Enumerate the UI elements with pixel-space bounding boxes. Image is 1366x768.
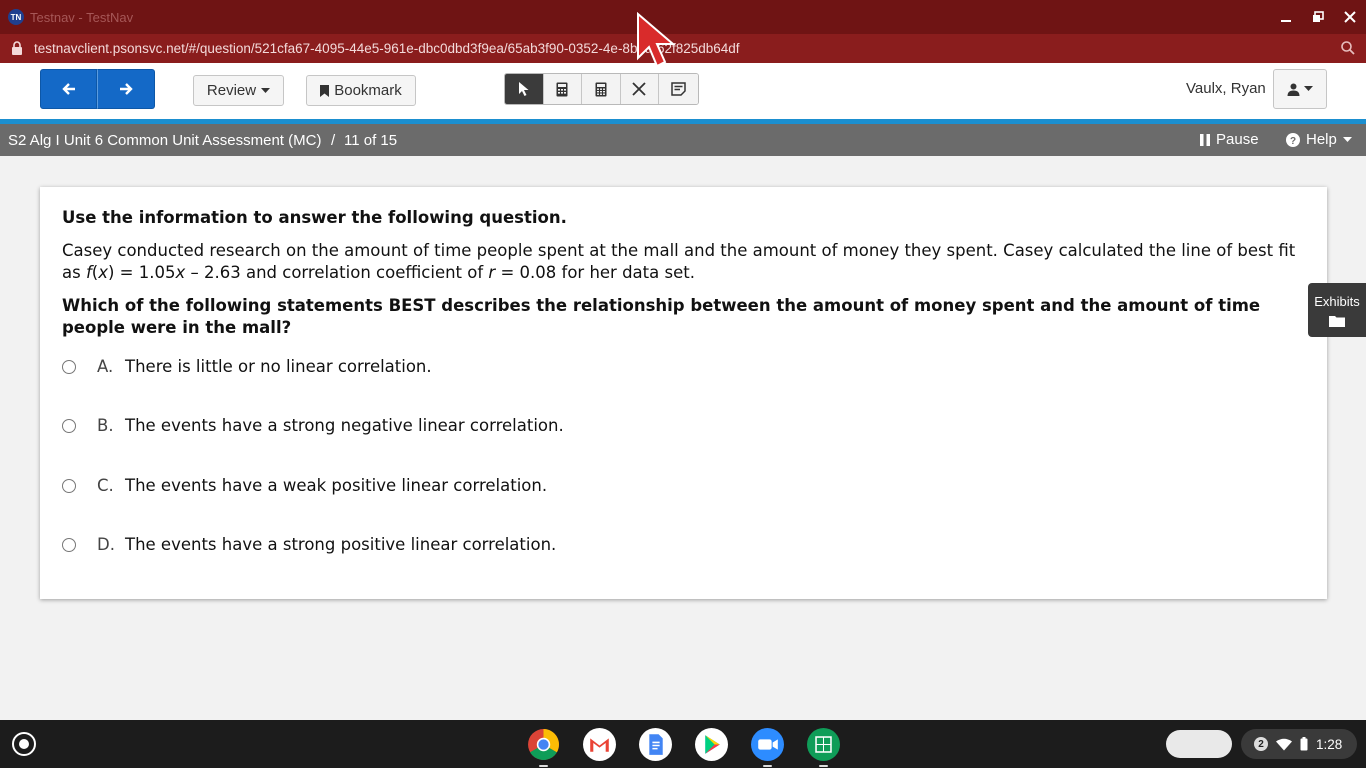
- caret-down-icon: [1304, 86, 1313, 91]
- help-button[interactable]: ? Help: [1286, 131, 1352, 148]
- window-title-bar: TN Testnav - TestNav: [0, 0, 1366, 34]
- play-store-icon: [695, 728, 728, 761]
- tool-group: [504, 73, 699, 105]
- bookmark-icon: [320, 84, 330, 97]
- option-letter: B.: [97, 416, 114, 435]
- notepad-icon: [671, 82, 686, 96]
- zoom-icon: [751, 728, 784, 761]
- play-store-app[interactable]: [695, 728, 728, 761]
- answer-option-d[interactable]: D. The events have a strong positive lin…: [62, 535, 556, 554]
- option-letter: A.: [97, 357, 114, 376]
- pause-button[interactable]: Pause: [1200, 131, 1259, 148]
- option-text: The events have a weak positive linear c…: [125, 476, 548, 495]
- answer-eliminator-tool[interactable]: [620, 74, 659, 104]
- help-label: Help: [1306, 131, 1337, 148]
- answer-option-c[interactable]: C. The events have a weak positive linea…: [62, 476, 547, 495]
- test-info-bar: S2 Alg I Unit 6 Common Unit Assessment (…: [0, 124, 1366, 156]
- question-intro: Use the information to answer the follow…: [62, 208, 567, 227]
- wifi-icon: [1276, 738, 1292, 750]
- mouse-cursor-icon: [637, 12, 676, 68]
- zoom-app[interactable]: [751, 728, 784, 767]
- notification-count: 2: [1254, 737, 1268, 751]
- answer-eliminator-icon: [632, 82, 646, 96]
- launcher-button[interactable]: [12, 732, 36, 756]
- help-icon: ?: [1286, 132, 1300, 147]
- answer-option-b[interactable]: B. The events have a strong negative lin…: [62, 416, 564, 435]
- sheets-app[interactable]: [807, 728, 840, 767]
- radio-button[interactable]: [62, 418, 76, 433]
- running-indicator: [819, 765, 828, 767]
- sheets-icon: [807, 728, 840, 761]
- calculator-icon: [556, 82, 568, 96]
- minimize-icon[interactable]: [1277, 8, 1295, 26]
- scientific-calculator-icon: [595, 82, 607, 96]
- test-name: S2 Alg I Unit 6 Common Unit Assessment (…: [8, 132, 322, 149]
- test-toolbar: Review Bookmark Vaulx, Ryan: [0, 63, 1366, 119]
- pause-label: Pause: [1216, 131, 1259, 148]
- review-label: Review: [206, 82, 257, 99]
- url-text[interactable]: testnavclient.psonsvc.net/#/question/521…: [34, 41, 740, 56]
- question-body: Casey conducted research on the amount o…: [62, 241, 1296, 282]
- bookmark-label: Bookmark: [334, 82, 402, 99]
- launcher-icon: [19, 739, 29, 749]
- status-area[interactable]: 2 1:28: [1241, 729, 1357, 759]
- answer-option-a[interactable]: A. There is little or no linear correlat…: [62, 357, 432, 376]
- question-prompt: Which of the following statements BEST d…: [62, 296, 1261, 337]
- review-button[interactable]: Review: [193, 75, 284, 106]
- gmail-app[interactable]: [583, 728, 616, 761]
- zoom-icon[interactable]: [1340, 40, 1356, 56]
- svg-text:?: ?: [1290, 136, 1296, 147]
- test-separator: /: [331, 132, 336, 149]
- pointer-icon: [518, 82, 529, 96]
- user-menu-button[interactable]: [1273, 69, 1327, 109]
- previous-question-button[interactable]: [40, 69, 97, 109]
- radio-button[interactable]: [62, 537, 76, 552]
- caret-down-icon: [261, 87, 271, 93]
- pause-icon: [1200, 133, 1210, 146]
- running-indicator: [539, 765, 548, 767]
- caret-down-icon: [1342, 136, 1352, 142]
- user-name: Vaulx, Ryan: [1186, 80, 1266, 97]
- option-text: The events have a strong negative linear…: [125, 416, 564, 435]
- chrome-icon: [528, 729, 559, 760]
- testnav-app-badge: TN: [8, 9, 24, 25]
- calculator-tool[interactable]: [543, 74, 582, 104]
- window-title: Testnav - TestNav: [30, 10, 134, 25]
- bookmark-button[interactable]: Bookmark: [306, 75, 416, 106]
- scientific-calculator-tool[interactable]: [582, 74, 621, 104]
- pointer-tool[interactable]: [505, 74, 544, 104]
- address-bar[interactable]: testnavclient.psonsvc.net/#/question/521…: [0, 34, 1366, 63]
- os-shelf: 2 1:28: [0, 720, 1366, 768]
- docs-app[interactable]: [639, 728, 672, 761]
- notepad-tool[interactable]: [659, 74, 698, 104]
- option-text: There is little or no linear correlation…: [125, 357, 432, 376]
- arrow-left-icon: [61, 83, 75, 95]
- docs-icon: [639, 728, 672, 761]
- gmail-icon: [583, 728, 616, 761]
- exhibits-label: Exhibits: [1314, 294, 1360, 309]
- running-indicator: [763, 765, 772, 767]
- chrome-app[interactable]: [527, 728, 560, 767]
- folder-icon: [1329, 316, 1345, 327]
- close-icon[interactable]: [1341, 8, 1359, 26]
- option-letter: C.: [97, 476, 114, 495]
- radio-button[interactable]: [62, 359, 76, 374]
- clock-time: 1:28: [1316, 736, 1343, 752]
- tray-avatars[interactable]: [1166, 730, 1232, 758]
- lock-icon: [12, 41, 22, 55]
- restore-icon[interactable]: [1309, 8, 1327, 26]
- radio-button[interactable]: [62, 478, 76, 493]
- option-text: The events have a strong positive linear…: [125, 535, 557, 554]
- exhibits-button[interactable]: Exhibits: [1308, 283, 1366, 337]
- battery-icon: [1300, 737, 1308, 751]
- question-card: Use the information to answer the follow…: [40, 187, 1327, 599]
- arrow-right-icon: [120, 83, 133, 95]
- option-letter: D.: [97, 535, 115, 554]
- question-progress: 11 of 15: [344, 132, 398, 149]
- user-icon: [1287, 83, 1300, 96]
- next-question-button[interactable]: [97, 69, 155, 109]
